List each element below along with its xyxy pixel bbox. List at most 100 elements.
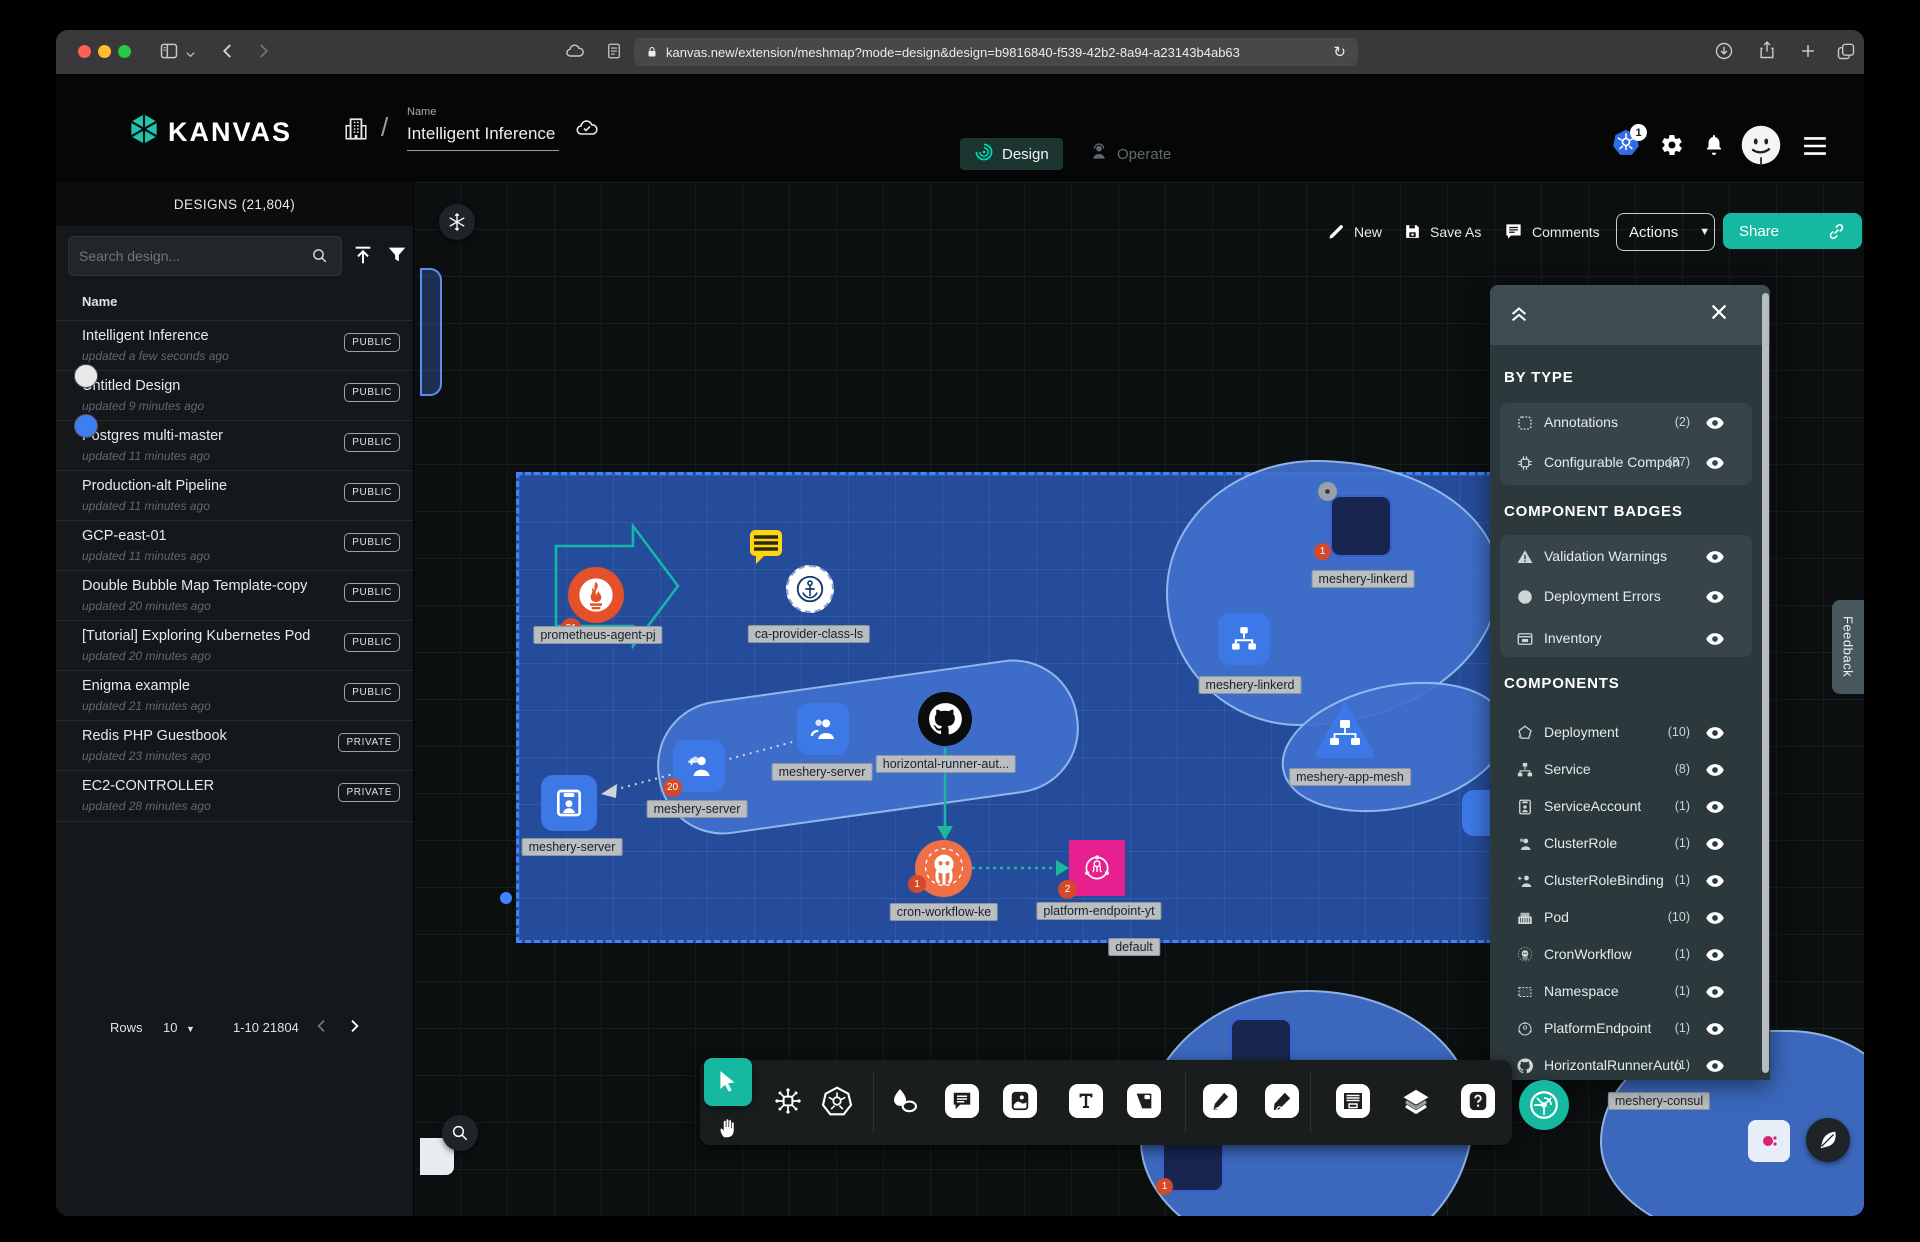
image-tool[interactable] bbox=[1003, 1084, 1037, 1118]
cron-error-badge[interactable]: 1 bbox=[908, 875, 926, 893]
signature-quill-button[interactable] bbox=[1806, 1118, 1850, 1162]
new-tab-icon[interactable] bbox=[1798, 41, 1818, 66]
icloud-icon[interactable] bbox=[564, 41, 586, 66]
linkerd-error-badge[interactable]: 1 bbox=[1314, 543, 1331, 560]
close-window-button[interactable] bbox=[78, 45, 91, 58]
search-design-box[interactable] bbox=[68, 236, 342, 276]
mesh-tool[interactable] bbox=[771, 1084, 805, 1118]
reader-view-icon[interactable] bbox=[605, 41, 623, 66]
eye-icon[interactable] bbox=[1704, 587, 1726, 607]
linkerd-service-node[interactable] bbox=[1218, 613, 1270, 665]
settings-gear-icon[interactable] bbox=[1660, 133, 1684, 162]
component-row-service[interactable]: Service (8) bbox=[1500, 750, 1752, 790]
hamburger-menu-icon[interactable] bbox=[1802, 136, 1828, 161]
search-design-input[interactable] bbox=[69, 248, 311, 264]
design-row[interactable]: [Tutorial] Exploring Kubernetes Pod upda… bbox=[56, 620, 413, 671]
sidebar-toggle-icon[interactable] bbox=[159, 41, 179, 66]
pencil-tool[interactable] bbox=[1265, 1084, 1299, 1118]
chevron-down-icon[interactable] bbox=[185, 47, 196, 65]
eye-icon[interactable] bbox=[1704, 547, 1726, 567]
eye-icon[interactable] bbox=[1704, 453, 1726, 473]
actions-dropdown[interactable]: Actions ▼ bbox=[1616, 213, 1715, 251]
component-row-cronworkflow[interactable]: CronWorkflow (1) bbox=[1500, 935, 1752, 975]
eye-icon[interactable] bbox=[1704, 908, 1726, 928]
github-runner-node[interactable] bbox=[918, 692, 972, 746]
eye-icon[interactable] bbox=[1704, 945, 1726, 965]
linkerd-deployment-node[interactable] bbox=[1330, 495, 1392, 557]
design-row[interactable]: Redis PHP Guestbook updated 23 minutes a… bbox=[56, 720, 413, 771]
layers-tool[interactable] bbox=[1399, 1084, 1433, 1118]
design-row[interactable]: Untitled Design updated 9 minutes ago PU… bbox=[56, 370, 413, 421]
filter-funnel-icon[interactable] bbox=[386, 244, 408, 271]
collapse-panel-icon[interactable] bbox=[1508, 303, 1530, 330]
organization-icon[interactable] bbox=[343, 115, 369, 148]
filter-row-annotations[interactable]: Annotations (2) bbox=[1500, 403, 1752, 443]
note-tool[interactable] bbox=[1127, 1084, 1161, 1118]
design-name-input[interactable]: Intelligent Inference bbox=[407, 124, 555, 144]
maximize-window-button[interactable] bbox=[118, 45, 131, 58]
comment-annotation-icon[interactable] bbox=[750, 530, 782, 556]
reload-icon[interactable]: ↻ bbox=[1333, 43, 1346, 61]
back-button[interactable] bbox=[219, 42, 237, 65]
zoom-search-button[interactable] bbox=[442, 1115, 478, 1151]
help-tool[interactable] bbox=[1461, 1084, 1495, 1118]
forward-button[interactable] bbox=[254, 42, 272, 65]
component-row-deployment[interactable]: Deployment (10) bbox=[1500, 713, 1752, 753]
design-row[interactable]: EC2-CONTROLLER updated 28 minutes ago PR… bbox=[56, 770, 413, 822]
tab-overview-icon[interactable] bbox=[1836, 41, 1856, 66]
comments-button[interactable]: Comments bbox=[1503, 222, 1600, 241]
eye-icon[interactable] bbox=[1704, 1019, 1726, 1039]
eye-icon[interactable] bbox=[1704, 834, 1726, 854]
badge-row-inventory[interactable]: Inventory bbox=[1500, 619, 1752, 659]
rows-per-page-select[interactable]: 10 bbox=[163, 1020, 177, 1035]
filter-row-configurable[interactable]: Configurable Compon (37) bbox=[1500, 443, 1752, 483]
close-panel-icon[interactable] bbox=[1708, 301, 1730, 328]
badge-row-validation[interactable]: Validation Warnings bbox=[1500, 537, 1752, 577]
eye-icon[interactable] bbox=[1704, 760, 1726, 780]
appmesh-node[interactable] bbox=[1312, 698, 1378, 758]
design-row[interactable]: GCP-east-01 updated 11 minutes ago PUBLI… bbox=[56, 520, 413, 571]
name-column-header[interactable]: Name bbox=[82, 294, 117, 309]
prev-page-icon[interactable] bbox=[314, 1018, 330, 1039]
user-avatar[interactable] bbox=[1740, 124, 1782, 171]
panel-scrollbar[interactable] bbox=[1762, 293, 1769, 1073]
marker-tool[interactable] bbox=[1203, 1084, 1237, 1118]
downloads-icon[interactable] bbox=[1714, 41, 1734, 66]
component-row-clusterrolebinding[interactable]: ClusterRoleBinding (1) bbox=[1500, 861, 1752, 901]
rows-caret-icon[interactable]: ▼ bbox=[186, 1024, 195, 1034]
component-row-serviceaccount[interactable]: ServiceAccount (1) bbox=[1500, 787, 1752, 827]
eye-icon[interactable] bbox=[1704, 797, 1726, 817]
component-row-clusterrole[interactable]: ClusterRole (1) bbox=[1500, 824, 1752, 864]
server-error-badge[interactable]: 20 bbox=[663, 778, 682, 797]
eye-icon[interactable] bbox=[1704, 871, 1726, 891]
clusterrole-node[interactable] bbox=[797, 703, 849, 755]
serviceaccount-node[interactable] bbox=[541, 775, 597, 831]
kubernetes-tool[interactable] bbox=[820, 1084, 854, 1118]
pan-tool[interactable] bbox=[710, 1110, 746, 1146]
comment-tool[interactable] bbox=[945, 1084, 979, 1118]
eye-icon[interactable] bbox=[1704, 723, 1726, 743]
import-design-icon[interactable] bbox=[352, 244, 374, 271]
text-tool[interactable] bbox=[1069, 1084, 1103, 1118]
badge-row-errors[interactable]: Deployment Errors bbox=[1500, 577, 1752, 617]
minimize-window-button[interactable] bbox=[98, 45, 111, 58]
shapes-tool[interactable] bbox=[887, 1084, 921, 1118]
platform-error-badge[interactable]: 2 bbox=[1058, 880, 1077, 899]
eye-icon[interactable] bbox=[1704, 629, 1726, 649]
bottom-error-badge[interactable]: 1 bbox=[1156, 1178, 1173, 1195]
design-row[interactable]: Enigma example updated 21 minutes ago PU… bbox=[56, 670, 413, 721]
design-row[interactable]: Intelligent Inference updated a few seco… bbox=[56, 320, 413, 371]
design-row[interactable]: Postgres multi-master updated 11 minutes… bbox=[56, 420, 413, 471]
cert-manager-node[interactable] bbox=[786, 565, 834, 613]
eye-icon[interactable] bbox=[1704, 982, 1726, 1002]
next-page-icon[interactable] bbox=[346, 1018, 362, 1039]
design-row[interactable]: Production-alt Pipeline updated 11 minut… bbox=[56, 470, 413, 521]
meshery-extension-button[interactable] bbox=[1519, 1080, 1569, 1130]
tab-operate[interactable]: Operate bbox=[1075, 138, 1185, 170]
prometheus-node[interactable] bbox=[568, 567, 624, 623]
select-tool[interactable] bbox=[704, 1058, 752, 1106]
actions-caret-icon[interactable]: ▼ bbox=[1690, 226, 1719, 238]
component-row-namespace[interactable]: Namespace (1) bbox=[1500, 972, 1752, 1012]
component-row-pod[interactable]: Pod (10) bbox=[1500, 898, 1752, 938]
eye-icon[interactable] bbox=[1704, 413, 1726, 433]
